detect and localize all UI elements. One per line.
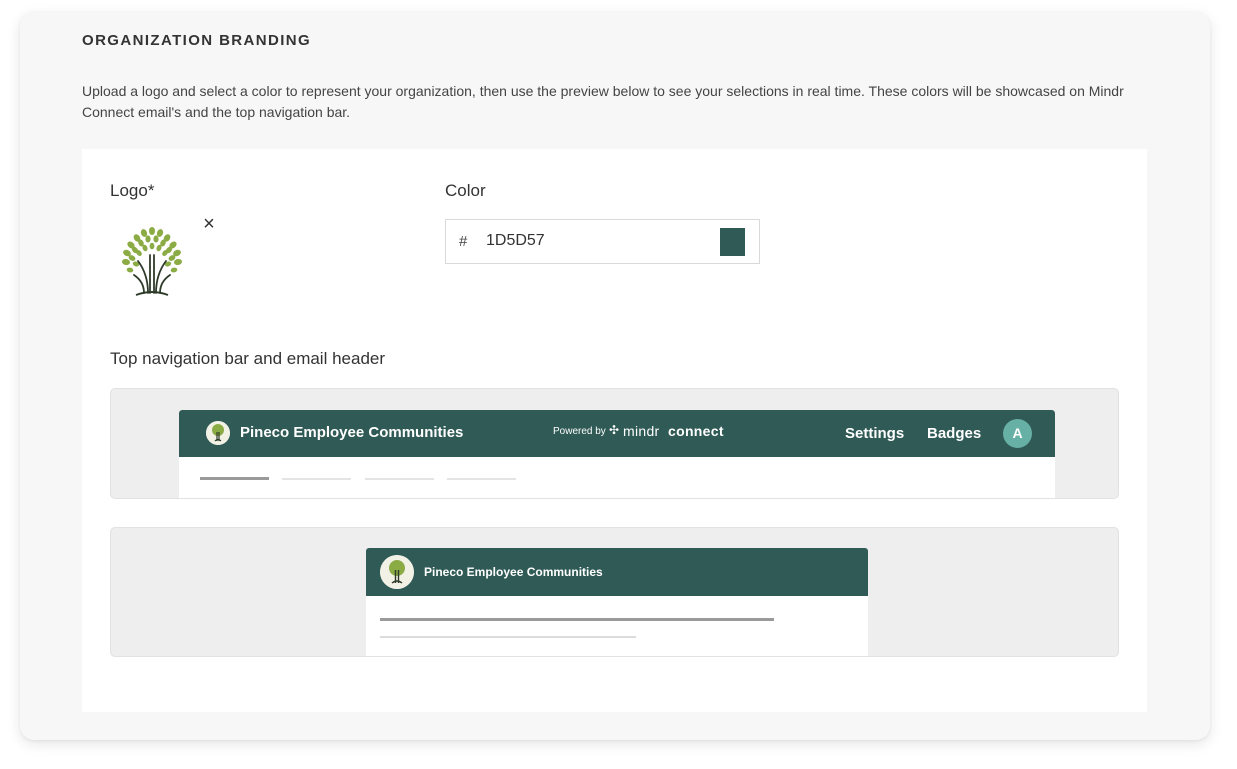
tab-placeholder: [447, 478, 516, 480]
nav-bar: Pineco Employee Communities Powered by ✣…: [179, 410, 1055, 457]
email-frame: Pineco Employee Communities: [366, 548, 868, 656]
section-title: ORGANIZATION BRANDING: [82, 32, 312, 49]
mindr-mark-icon: ✣: [609, 423, 620, 437]
color-label: Color: [445, 181, 486, 200]
brand-connect: connect: [668, 423, 724, 439]
branding-panel: Logo* × Color # 1D5D57 Top navigation ba…: [82, 149, 1147, 712]
nav-logo-icon: [206, 421, 230, 445]
brand-mindr: mindr: [623, 423, 660, 439]
nav-org-name: Pineco Employee Communities: [240, 424, 464, 441]
section-description: Upload a logo and select a color to repr…: [82, 83, 1124, 120]
email-org-name: Pineco Employee Communities: [424, 565, 603, 579]
nav-settings-link: Settings: [845, 425, 905, 442]
tab-placeholder: [365, 478, 434, 480]
email-text-placeholder: [380, 636, 636, 638]
nav-bar-preview: Pineco Employee Communities Powered by ✣…: [110, 388, 1119, 499]
email-logo-icon: [380, 555, 414, 589]
remove-logo-button[interactable]: ×: [199, 214, 219, 234]
organization-branding-card: ORGANIZATION BRANDING Upload a logo and …: [20, 12, 1210, 740]
powered-by-label: Powered by: [553, 426, 606, 437]
hash-prefix: #: [459, 233, 468, 250]
nav-bar-frame: Pineco Employee Communities Powered by ✣…: [179, 410, 1055, 498]
logo-label: Logo*: [110, 181, 155, 200]
preview-label: Top navigation bar and email header: [110, 349, 386, 368]
color-hex-field[interactable]: # 1D5D57: [445, 219, 760, 264]
color-swatch[interactable]: [720, 228, 745, 256]
tab-placeholder-active: [200, 477, 269, 480]
nav-badges-link: Badges: [927, 425, 982, 442]
avatar: A: [1003, 419, 1032, 448]
email-header: Pineco Employee Communities: [366, 548, 868, 596]
email-text-placeholder: [380, 618, 774, 621]
tab-placeholder: [282, 478, 351, 480]
color-hex-input[interactable]: 1D5D57: [486, 232, 545, 250]
tree-logo-icon: [110, 219, 194, 303]
email-header-preview: Pineco Employee Communities: [110, 527, 1119, 657]
